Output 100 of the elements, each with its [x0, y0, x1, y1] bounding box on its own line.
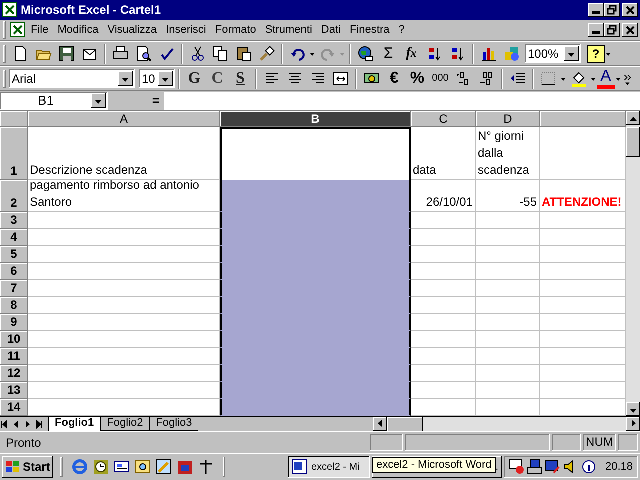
quick-launch-button[interactable]	[91, 457, 110, 477]
restore-button[interactable]	[604, 3, 620, 17]
row-header[interactable]: 5	[0, 246, 28, 263]
borders-icon	[540, 70, 556, 86]
row-header[interactable]: 4	[0, 229, 28, 246]
sheet-tab[interactable]: Foglio2	[100, 416, 150, 430]
table-cell	[476, 331, 540, 348]
row-header[interactable]: 11	[0, 348, 28, 365]
table-cell	[411, 229, 476, 246]
menu-item[interactable]: ?	[394, 24, 409, 36]
row-header[interactable]: 1	[0, 127, 28, 180]
menu-item[interactable]: File	[27, 24, 53, 36]
app-icon	[114, 459, 130, 475]
row-header[interactable]: 6	[0, 263, 28, 280]
menu-item[interactable]: Inserisci	[162, 24, 210, 36]
copy-icon	[212, 46, 228, 62]
table-cell	[411, 280, 476, 297]
sheet-tab[interactable]: Foglio1	[48, 416, 100, 430]
quick-launch-button[interactable]	[154, 457, 174, 477]
table-cell: 26/10/01	[411, 180, 476, 212]
row-header[interactable]: 3	[0, 212, 28, 229]
row-header[interactable]: 8	[0, 297, 28, 314]
sort-ascending-icon	[426, 46, 442, 62]
menu-item[interactable]: Strumenti	[261, 24, 316, 36]
app-icon	[92, 459, 109, 475]
scroll-thumb[interactable]	[626, 127, 640, 157]
scroll-thumb[interactable]	[387, 416, 423, 432]
spreadsheet-icon	[2, 2, 18, 18]
table-cell: data	[411, 127, 476, 180]
menu-item[interactable]: Dati	[317, 24, 345, 36]
column-header[interactable]	[540, 111, 626, 127]
menu-item[interactable]: Finestra	[346, 24, 394, 36]
percent-button[interactable]: %	[406, 68, 429, 90]
euro-button[interactable]: €	[383, 68, 406, 90]
column-header[interactable]: B	[220, 111, 411, 127]
status-panel	[552, 434, 582, 451]
vertical-scrollbar[interactable]	[626, 111, 640, 416]
help-button[interactable]: ?	[587, 44, 605, 62]
row-header[interactable]: 7	[0, 280, 28, 297]
font-field[interactable]: Arial	[9, 69, 135, 88]
table-cell	[476, 280, 540, 297]
column-header[interactable]: C	[411, 111, 476, 127]
tray-icon[interactable]	[527, 459, 544, 475]
minimize-button[interactable]	[588, 3, 604, 17]
table-cell	[411, 314, 476, 331]
restore-button[interactable]	[604, 23, 620, 37]
name-box[interactable]: B1	[0, 92, 108, 110]
zoom-field[interactable]: 100%	[525, 44, 581, 63]
brush-icon	[258, 46, 274, 62]
sum-button[interactable]: Σ	[377, 42, 400, 64]
table-cell	[476, 348, 540, 365]
taskbar-button[interactable]: excel2 - Mi	[288, 456, 370, 478]
horizontal-scrollbar[interactable]	[373, 416, 640, 432]
tooltip: excel2 - Microsoft Word	[372, 457, 496, 473]
tray-icon[interactable]	[581, 459, 598, 475]
close-button[interactable]	[622, 3, 638, 17]
page-icon	[12, 46, 28, 62]
app-icon	[72, 459, 88, 475]
tray-icon[interactable]	[545, 459, 562, 475]
menu-item[interactable]: Modifica	[54, 24, 103, 36]
close-icon	[624, 24, 636, 36]
row-header[interactable]: 9	[0, 314, 28, 331]
thousands-button[interactable]: 000	[429, 68, 452, 90]
close-button[interactable]	[622, 23, 638, 37]
bold-button[interactable]: G	[183, 68, 206, 90]
start-button[interactable]: Start	[2, 456, 54, 478]
num-lock-indicator: NUM	[583, 434, 616, 451]
table-cell: -55	[476, 180, 540, 212]
column-header[interactable]: D	[476, 111, 540, 127]
menu-item[interactable]: Visualizza	[104, 24, 162, 36]
font-size-field[interactable]: 10	[139, 69, 175, 88]
spreadsheet-icon[interactable]	[10, 22, 26, 38]
table-cell	[476, 297, 540, 314]
table-cell	[476, 382, 540, 399]
equals-button[interactable]: =	[108, 92, 164, 110]
formula-field[interactable]	[164, 92, 640, 110]
table-cell	[411, 382, 476, 399]
menu-item[interactable]: Formato	[211, 24, 260, 36]
status-panel	[370, 434, 404, 451]
clock-text: 20.18	[605, 461, 634, 473]
tray-icon[interactable]	[509, 459, 526, 475]
row-header[interactable]: 13	[0, 382, 28, 399]
close-icon	[624, 4, 636, 16]
column-header[interactable]: A	[28, 111, 220, 127]
align-center-icon	[286, 70, 302, 86]
table-cell	[411, 365, 476, 382]
underline-button[interactable]: S	[229, 68, 252, 90]
select-all-button[interactable]	[0, 111, 28, 127]
table-cell	[476, 365, 540, 382]
table-cell	[411, 297, 476, 314]
restore-icon	[606, 24, 618, 36]
row-header[interactable]: 2	[0, 180, 28, 212]
row-header[interactable]: 10	[0, 331, 28, 348]
status-panel	[618, 434, 638, 451]
decrease-decimal-icon	[478, 70, 494, 86]
row-header[interactable]: 12	[0, 365, 28, 382]
sheet-tab[interactable]: Foglio3	[149, 416, 198, 430]
italic-button[interactable]: C	[206, 68, 229, 90]
row-header[interactable]: 14	[0, 399, 28, 416]
minimize-button[interactable]	[588, 23, 604, 37]
